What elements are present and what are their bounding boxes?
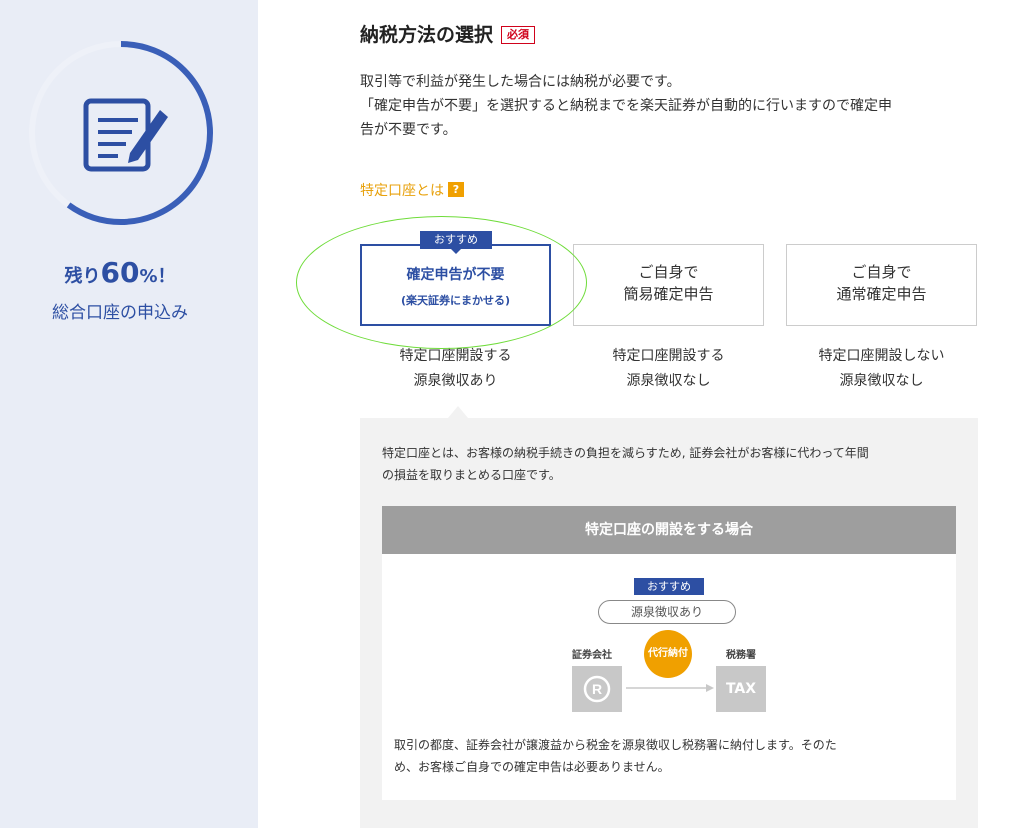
info-line: の損益を取りまとめる口座です。 [382, 468, 561, 482]
remaining-progress: 残り60%！ [0, 256, 240, 289]
case-description: 取引の都度、証券会社が譲渡益から税金を源泉徴収し税務署に納付します。そのた め、… [394, 734, 944, 778]
case-line: め、お客様ご自身での確定申告は必要ありません。 [394, 760, 670, 774]
document-edit-icon [83, 98, 168, 172]
option-label-line: ご自身で [638, 263, 699, 281]
broker-label: 証券会社 [572, 650, 612, 661]
help-link-label[interactable]: 特定口座とは [360, 183, 444, 199]
progress-ring [29, 41, 213, 225]
option-description: 特定口座開設しない 源泉徴収なし [786, 344, 977, 394]
intro-text: 取引等で利益が発生した場合には納税が必要です。 「確定申告が不要」を選択すると納… [360, 70, 980, 142]
flow-arrow-icon [626, 684, 714, 692]
option-label-line: ご自身で [851, 263, 912, 281]
rakuten-logo-icon: R [583, 675, 611, 703]
option-sublabel: (楽天証券にまかせる) [400, 294, 511, 307]
sidebar: 残り60%！ 総合口座の申込み [0, 0, 258, 828]
required-badge: 必須 [501, 26, 536, 44]
intro-line: 取引等で利益が発生した場合には納税が必要です。 [360, 74, 681, 90]
tokutei-help-link[interactable]: 特定口座とは? [360, 180, 464, 200]
option-label-line: 通常確定申告 [836, 285, 927, 303]
option-desc-line: 特定口座開設しない [818, 348, 945, 364]
section-title: 納税方法の選択 必須 [360, 20, 536, 47]
case-header: 特定口座の開設をする場合 [382, 506, 956, 554]
option-label-line: 簡易確定申告 [623, 285, 714, 303]
sidebar-caption: 総合口座の申込み [52, 303, 188, 323]
tax-office-label: 税務署 [726, 650, 756, 661]
remain-percent: 60 [100, 256, 140, 289]
info-panel-pointer [448, 406, 468, 418]
info-panel: 特定口座とは、お客様の納税手続きの負担を減らすため, 証券会社がお客様に代わって… [360, 418, 978, 828]
option-description: 特定口座開設する 源泉徴収あり [360, 344, 551, 394]
intro-line: 「確定申告が不要」を選択すると納税までを楽天証券が自動的に行いますので確定申 [360, 98, 892, 114]
broker-glyph: R [592, 681, 602, 697]
tax-office-icon: TAX [716, 666, 766, 712]
section-title-text: 納税方法の選択 [360, 24, 494, 46]
option-no-tax-return[interactable]: 確定申告が不要 (楽天証券にまかせる) [360, 244, 551, 326]
option-desc-line: 特定口座開設する [399, 348, 512, 364]
option-desc-line: 源泉徴収なし [626, 373, 711, 389]
withholding-pill: 源泉徴収あり [598, 600, 736, 624]
option-normal-tax-return[interactable]: ご自身で 通常確定申告 [786, 244, 977, 326]
option-description: 特定口座開設する 源泉徴収なし [573, 344, 764, 394]
option-label: 確定申告が不要 [406, 267, 505, 283]
option-simple-tax-return[interactable]: ご自身で 簡易確定申告 [573, 244, 764, 326]
option-desc-line: 源泉徴収なし [839, 373, 924, 389]
case-box: 特定口座の開設をする場合 おすすめ 源泉徴収あり 証券会社 税務署 R 代行納付… [382, 506, 956, 800]
remain-prefix: 残り [64, 266, 101, 287]
recommended-tag: おすすめ [420, 231, 492, 254]
info-line: 特定口座とは、お客様の納税手続きの負担を減らすため, 証券会社がお客様に代わって… [382, 446, 869, 460]
remain-suffix: %！ [139, 266, 176, 287]
option-desc-line: 源泉徴収あり [413, 373, 498, 389]
question-icon[interactable]: ? [448, 182, 464, 197]
option-desc-line: 特定口座開設する [612, 348, 725, 364]
intro-line: 告が不要です。 [360, 122, 457, 138]
broker-icon: R [572, 666, 622, 712]
recommended-tag: おすすめ [634, 578, 704, 595]
info-text: 特定口座とは、お客様の納税手続きの負担を減らすため, 証券会社がお客様に代わって… [382, 442, 962, 486]
proxy-payment-badge: 代行納付 [644, 630, 692, 678]
case-line: 取引の都度、証券会社が譲渡益から税金を源泉徴収し税務署に納付します。そのた [394, 738, 837, 752]
